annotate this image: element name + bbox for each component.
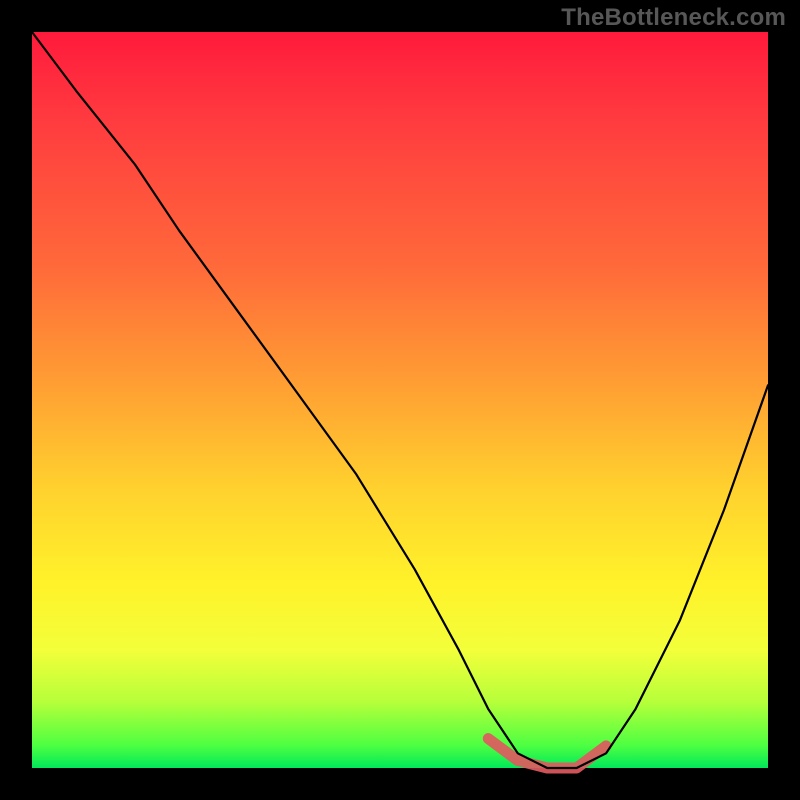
optimal-zone-highlight bbox=[488, 739, 606, 768]
watermark-text: TheBottleneck.com bbox=[561, 4, 786, 32]
bottleneck-curve-line bbox=[32, 32, 768, 768]
chart-frame: TheBottleneck.com bbox=[0, 0, 800, 800]
plot-area bbox=[32, 32, 768, 768]
curve-svg bbox=[32, 32, 768, 768]
